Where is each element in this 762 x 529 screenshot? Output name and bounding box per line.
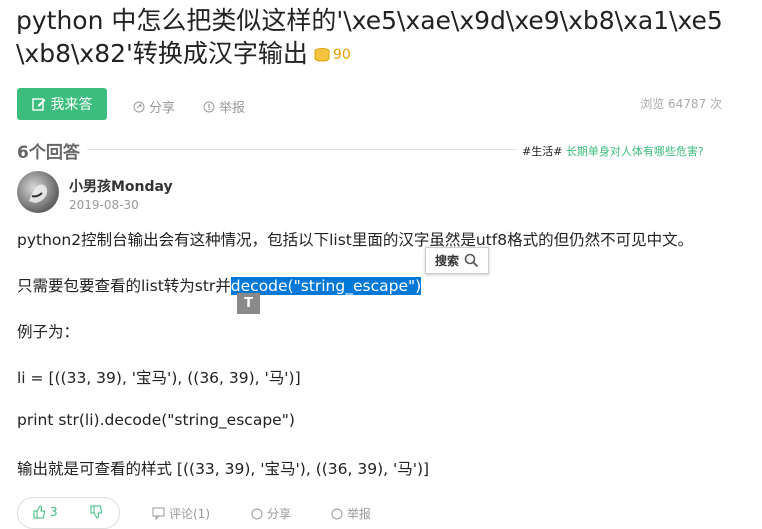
author-name[interactable]: 小男孩Monday (69, 176, 173, 196)
reward-badge: 90 (314, 39, 351, 72)
answer-paragraph-3: 例子为： (17, 323, 80, 341)
answer-paragraph-6: 输出就是可查看的样式 [((33, 39), '宝马'), ((36, 39),… (17, 460, 430, 478)
search-selection-button[interactable]: 搜索 (425, 247, 489, 274)
translate-button[interactable]: T (237, 293, 260, 314)
answer-paragraph-2: 只需要包要查看的list转为str并decode("string_escape"… (17, 274, 422, 296)
dislike-button[interactable] (89, 505, 103, 519)
like-count: 3 (50, 505, 58, 519)
coin-icon (314, 48, 330, 62)
section-divider (87, 149, 517, 150)
search-icon (464, 253, 479, 268)
thumbs-down-icon (90, 505, 103, 519)
view-count: 浏览 64787 次 (640, 97, 722, 111)
question-title: python 中怎么把类似这样的'\xe5\xae\x9d\xe9\xb8\xa… (16, 4, 746, 72)
info-icon (203, 101, 215, 112)
answer-button[interactable]: 我来答 (17, 88, 107, 120)
share-label: 分享 (149, 101, 176, 116)
like-button[interactable]: 3 (32, 505, 58, 519)
avatar[interactable] (17, 171, 59, 213)
answer-paragraph-4: li = [((33, 39), '宝马'), ((36, 39), '马')] (17, 369, 301, 387)
hot-topic[interactable]: #生活# 长期单身对人体有哪些危害? (522, 143, 704, 159)
answer-date: 2019-08-30 (69, 198, 139, 212)
edit-icon (31, 98, 45, 111)
search-selection-label: 搜索 (434, 254, 459, 268)
thumbs-up-icon (33, 505, 46, 519)
question-title-text: python 中怎么把类似这样的'\xe5\xae\x9d\xe9\xb8\xa… (16, 6, 723, 68)
reward-amount: 90 (332, 46, 351, 63)
answer-paragraph-2-text: 只需要包要查看的list转为str并 (17, 277, 231, 295)
share-icon (133, 101, 145, 112)
hot-topic-link[interactable]: 长期单身对人体有哪些危害? (566, 145, 704, 158)
answer-paragraph-1: python2控制台输出会有这种情况，包括以下list里面的汉字虽然是utf8格… (17, 231, 694, 249)
answer-button-label: 我来答 (50, 96, 93, 112)
report-label: 举报 (219, 101, 246, 116)
report-button[interactable]: 举报 (203, 97, 245, 116)
hot-tag: #生活# (522, 145, 563, 158)
answer-paragraph-5: print str(li).decode("string_escape") (17, 411, 295, 429)
answers-count: 6个回答 (17, 143, 80, 163)
share-button[interactable]: 分享 (133, 97, 175, 116)
